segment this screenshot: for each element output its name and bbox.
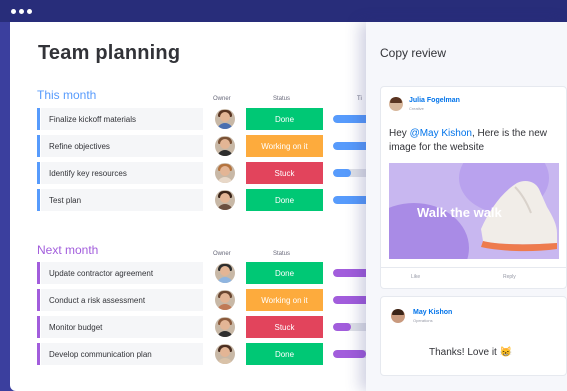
owner-avatar[interactable] <box>215 344 235 364</box>
window-titlebar <box>0 0 567 22</box>
owner-avatar[interactable] <box>215 190 235 210</box>
task-name[interactable]: Identify key resources <box>41 162 203 184</box>
image-headline: Walk the walk <box>417 205 502 220</box>
group-color-bar <box>37 162 40 184</box>
group-title-next-month[interactable]: Next month <box>37 243 98 257</box>
column-header-status[interactable]: Status <box>273 251 290 257</box>
timeline-fill <box>333 169 351 177</box>
task-name[interactable]: Develop communication plan <box>41 343 203 365</box>
task-row[interactable]: Develop communication plan Done <box>37 343 383 365</box>
column-header-timeline[interactable]: Ti <box>357 96 362 102</box>
reply-role: Operations <box>413 318 433 323</box>
owner-avatar[interactable] <box>215 317 235 337</box>
author-name[interactable]: Julia Fogelman <box>409 97 460 104</box>
campaign-image[interactable]: Walk the walk <box>389 163 559 259</box>
task-name[interactable]: Finalize kickoff materials <box>41 108 203 130</box>
group-color-bar <box>37 262 40 284</box>
window-dots <box>11 9 32 14</box>
status-badge[interactable]: Done <box>246 343 323 365</box>
task-name[interactable]: Conduct a risk assessment <box>41 289 203 311</box>
reply-message: Thanks! Love it 😸 <box>429 347 513 358</box>
status-badge[interactable]: Done <box>246 262 323 284</box>
timeline-fill <box>333 115 371 123</box>
timeline-fill <box>333 350 366 358</box>
group-color-bar <box>37 189 40 211</box>
reply-card: May Kishon Operations Thanks! Love it 😸 <box>380 296 567 376</box>
column-header-status[interactable]: Status <box>273 96 290 102</box>
timeline-fill <box>333 196 371 204</box>
page-title: Team planning <box>38 42 181 64</box>
owner-avatar[interactable] <box>215 290 235 310</box>
task-row[interactable]: Finalize kickoff materials Done <box>37 108 383 130</box>
update-card: Julia Fogelman Creative Hey @May Kishon,… <box>380 86 567 289</box>
task-row[interactable]: Identify key resources Stuck <box>37 162 383 184</box>
owner-avatar[interactable] <box>215 263 235 283</box>
task-name[interactable]: Monitor budget <box>41 316 203 338</box>
reply-author[interactable]: May Kishon <box>413 309 452 316</box>
author-avatar[interactable] <box>389 97 403 111</box>
like-button[interactable]: Like <box>411 274 420 280</box>
group-color-bar <box>37 343 40 365</box>
update-message: Hey @May Kishon, Here is the new image f… <box>389 128 548 153</box>
window-dot-icon[interactable] <box>11 9 16 14</box>
panel-title: Copy review <box>380 46 447 60</box>
task-row[interactable]: Update contractor agreement Done <box>37 262 383 284</box>
status-badge[interactable]: Working on it <box>246 135 323 157</box>
task-row[interactable]: Monitor budget Stuck <box>37 316 383 338</box>
update-actions: Like Reply <box>381 267 567 289</box>
mention-link[interactable]: @May Kishon <box>410 128 472 139</box>
status-badge[interactable]: Done <box>246 108 323 130</box>
task-name[interactable]: Update contractor agreement <box>41 262 203 284</box>
group-color-bar <box>37 289 40 311</box>
group-color-bar <box>37 108 40 130</box>
group-color-bar <box>37 135 40 157</box>
owner-avatar[interactable] <box>215 109 235 129</box>
cat-emoji-icon: 😸 <box>499 347 513 358</box>
reply-avatar[interactable] <box>391 309 405 323</box>
task-row[interactable]: Conduct a risk assessment Working on it <box>37 289 383 311</box>
task-row[interactable]: Test plan Done <box>37 189 383 211</box>
status-badge[interactable]: Stuck <box>246 162 323 184</box>
status-badge[interactable]: Working on it <box>246 289 323 311</box>
window-dot-icon[interactable] <box>19 9 24 14</box>
group-title-this-month[interactable]: This month <box>37 88 96 102</box>
update-panel: Copy review Julia Fogelman Creative Hey … <box>366 22 567 391</box>
task-name[interactable]: Refine objectives <box>41 135 203 157</box>
group-color-bar <box>37 316 40 338</box>
reply-button[interactable]: Reply <box>503 274 516 280</box>
column-header-owner[interactable]: Owner <box>213 251 231 257</box>
author-role: Creative <box>409 106 424 111</box>
owner-avatar[interactable] <box>215 136 235 156</box>
task-name[interactable]: Test plan <box>41 189 203 211</box>
status-badge[interactable]: Done <box>246 189 323 211</box>
column-header-owner[interactable]: Owner <box>213 96 231 102</box>
task-row[interactable]: Refine objectives Working on it <box>37 135 383 157</box>
window-dot-icon[interactable] <box>27 9 32 14</box>
owner-avatar[interactable] <box>215 163 235 183</box>
timeline-fill <box>333 323 351 331</box>
status-badge[interactable]: Stuck <box>246 316 323 338</box>
